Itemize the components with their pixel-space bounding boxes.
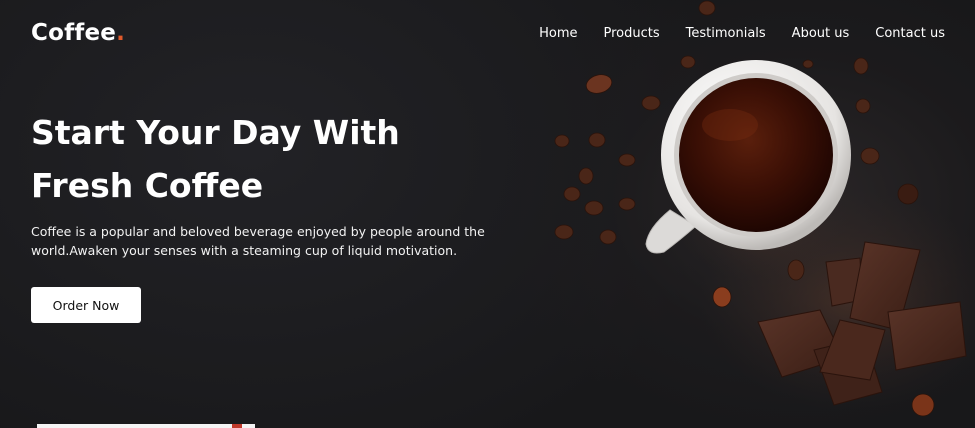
nav-item-contact-us[interactable]: Contact us [875,26,945,41]
main-nav: Home Products Testimonials About us Cont… [539,26,945,41]
hero-section: Coffee. Home Products Testimonials About… [0,0,975,428]
coffee-cup [645,60,851,254]
hero-headline: Start Your Day With Fresh Coffee [31,106,491,212]
nav-item-home[interactable]: Home [539,26,577,41]
hero-description: Coffee is a popular and beloved beverage… [31,224,485,258]
brand-logo[interactable]: Coffee. [31,20,125,46]
brand-dot: . [116,20,126,46]
nav-item-about-us[interactable]: About us [792,26,850,41]
hero-image [520,0,975,428]
coffee-illustration [554,0,975,417]
next-section-accent [232,424,242,428]
order-now-button[interactable]: Order Now [31,287,141,323]
brand-name: Coffee [31,20,117,46]
nav-item-testimonials[interactable]: Testimonials [686,26,766,41]
nav-item-products[interactable]: Products [604,26,660,41]
headline-line-1: Start Your Day With [31,113,400,152]
headline-line-2: Fresh Coffee [31,166,264,205]
next-section-edge [37,424,255,428]
